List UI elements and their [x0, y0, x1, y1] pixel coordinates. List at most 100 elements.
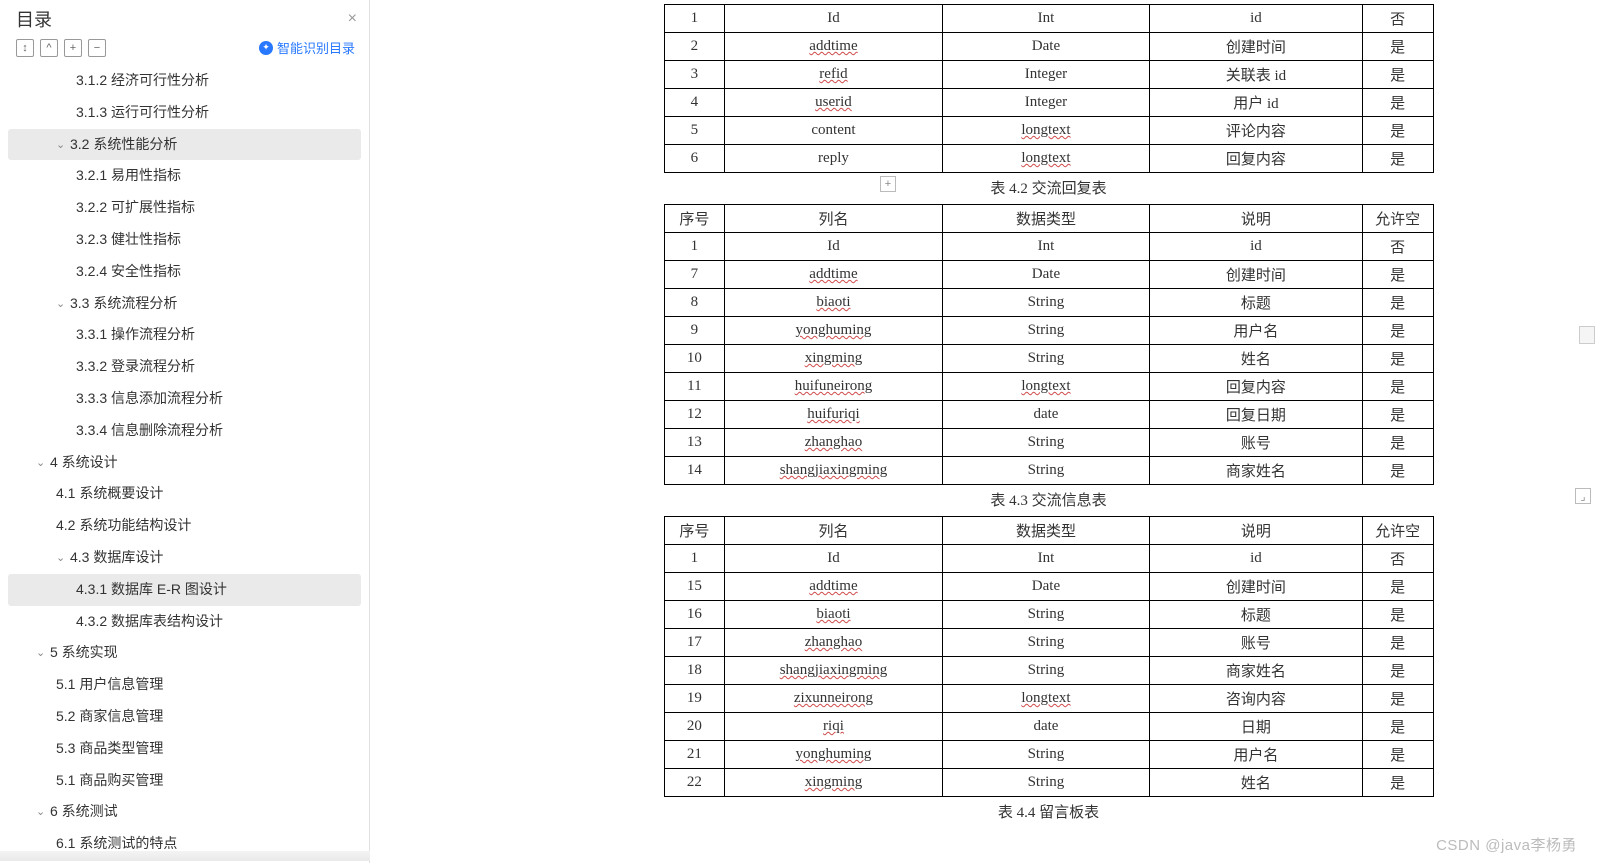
chevron-down-icon[interactable]: ⌄: [36, 644, 46, 663]
table-cell[interactable]: yonghuming: [725, 317, 943, 345]
smart-toc-button[interactable]: ✦ 智能识别目录: [259, 38, 355, 57]
toc-item-16[interactable]: 4.3.1 数据库 E-R 图设计: [8, 574, 361, 606]
toc-item-9[interactable]: 3.3.2 登录流程分析: [8, 351, 361, 383]
table-cell[interactable]: 15: [664, 573, 725, 601]
table-cell[interactable]: 账号: [1150, 429, 1362, 457]
toolbar-icon-2[interactable]: +: [64, 39, 82, 57]
table-cell[interactable]: zhanghao: [725, 429, 943, 457]
table-cell[interactable]: 9: [664, 317, 725, 345]
toc-item-8[interactable]: 3.3.1 操作流程分析: [8, 319, 361, 351]
toc-item-6[interactable]: 3.2.4 安全性指标: [8, 256, 361, 288]
toc-item-23[interactable]: ⌄6 系统测试: [8, 796, 361, 828]
table-cell[interactable]: Date: [942, 573, 1149, 601]
table-cell[interactable]: addtime: [725, 261, 943, 289]
table-cell[interactable]: 是: [1362, 601, 1433, 629]
table-cell[interactable]: yonghuming: [725, 741, 943, 769]
table-cell[interactable]: 是: [1362, 61, 1433, 89]
table-cell[interactable]: 14: [664, 457, 725, 485]
table-cell[interactable]: shangjiaxingming: [725, 457, 943, 485]
chevron-down-icon[interactable]: ⌄: [56, 295, 66, 314]
table-cell[interactable]: id: [1150, 233, 1362, 261]
toc-item-10[interactable]: 3.3.3 信息添加流程分析: [8, 383, 361, 415]
table-cell[interactable]: 3: [664, 61, 725, 89]
table-cell[interactable]: 6: [664, 145, 725, 173]
table-cell[interactable]: 20: [664, 713, 725, 741]
table-cell[interactable]: addtime: [725, 573, 943, 601]
table-cell[interactable]: longtext: [942, 117, 1149, 145]
table-cell[interactable]: 标题: [1150, 289, 1362, 317]
table-cell[interactable]: Int: [942, 545, 1149, 573]
table-cell[interactable]: 11: [664, 373, 725, 401]
table-cell[interactable]: 是: [1362, 457, 1433, 485]
table-cell[interactable]: String: [942, 317, 1149, 345]
table-cell[interactable]: 否: [1362, 545, 1433, 573]
table-cell[interactable]: String: [942, 289, 1149, 317]
toc-item-17[interactable]: 4.3.2 数据库表结构设计: [8, 606, 361, 638]
toolbar-icon-3[interactable]: −: [88, 39, 106, 57]
table-cell[interactable]: reply: [725, 145, 943, 173]
table-cell[interactable]: 关联表 id: [1150, 61, 1362, 89]
table-cell[interactable]: id: [1150, 5, 1362, 33]
table-cell[interactable]: 回复内容: [1150, 373, 1362, 401]
table-cell[interactable]: 是: [1362, 33, 1433, 61]
insert-handle-icon[interactable]: +: [880, 176, 896, 192]
table-cell[interactable]: 数据类型: [942, 517, 1149, 545]
table-cell[interactable]: 4: [664, 89, 725, 117]
table-cell[interactable]: 允许空: [1362, 517, 1433, 545]
toc-item-1[interactable]: 3.1.3 运行可行性分析: [8, 97, 361, 129]
table-cell[interactable]: 是: [1362, 345, 1433, 373]
table-cell[interactable]: 17: [664, 629, 725, 657]
toc-item-2[interactable]: ⌄3.2 系统性能分析: [8, 129, 361, 161]
toc-item-18[interactable]: ⌄5 系统实现: [8, 637, 361, 669]
toc-item-7[interactable]: ⌄3.3 系统流程分析: [8, 288, 361, 320]
table-cell[interactable]: 数据类型: [942, 205, 1149, 233]
toc-item-5[interactable]: 3.2.3 健壮性指标: [8, 224, 361, 256]
table-cell[interactable]: 用户名: [1150, 317, 1362, 345]
table-cell[interactable]: String: [942, 429, 1149, 457]
table-cell[interactable]: 1: [664, 233, 725, 261]
table-cell[interactable]: 回复日期: [1150, 401, 1362, 429]
table-cell[interactable]: 创建时间: [1150, 33, 1362, 61]
table-cell[interactable]: 账号: [1150, 629, 1362, 657]
table-cell[interactable]: 序号: [664, 517, 725, 545]
table-cell[interactable]: String: [942, 657, 1149, 685]
chevron-down-icon[interactable]: ⌄: [56, 549, 66, 568]
table-cell[interactable]: 是: [1362, 573, 1433, 601]
table-cell[interactable]: 10: [664, 345, 725, 373]
table-cell[interactable]: 咨询内容: [1150, 685, 1362, 713]
table-cell[interactable]: 日期: [1150, 713, 1362, 741]
table-cell[interactable]: 是: [1362, 713, 1433, 741]
table-cell[interactable]: String: [942, 629, 1149, 657]
toc-item-0[interactable]: 3.1.2 经济可行性分析: [8, 65, 361, 97]
toc-item-12[interactable]: ⌄4 系统设计: [8, 447, 361, 479]
table-cell[interactable]: 是: [1362, 261, 1433, 289]
table-cell[interactable]: 姓名: [1150, 769, 1362, 797]
table-cell[interactable]: 21: [664, 741, 725, 769]
toc-item-14[interactable]: 4.2 系统功能结构设计: [8, 510, 361, 542]
corner-handle-icon[interactable]: ⌟: [1575, 488, 1591, 504]
toc-item-3[interactable]: 3.2.1 易用性指标: [8, 160, 361, 192]
table-cell[interactable]: 说明: [1150, 517, 1362, 545]
table-cell[interactable]: riqi: [725, 713, 943, 741]
table-cell[interactable]: String: [942, 457, 1149, 485]
close-icon[interactable]: ×: [348, 10, 357, 28]
table-cell[interactable]: 16: [664, 601, 725, 629]
table-cell[interactable]: biaoti: [725, 601, 943, 629]
toc-list[interactable]: 3.1.2 经济可行性分析3.1.3 运行可行性分析⌄3.2 系统性能分析3.2…: [0, 63, 369, 863]
toc-item-21[interactable]: 5.3 商品类型管理: [8, 733, 361, 765]
table-cell[interactable]: 是: [1362, 769, 1433, 797]
table-cell[interactable]: Id: [725, 5, 943, 33]
table-cell[interactable]: 允许空: [1362, 205, 1433, 233]
table-cell[interactable]: longtext: [942, 145, 1149, 173]
table-cell[interactable]: 创建时间: [1150, 261, 1362, 289]
table-cell[interactable]: 序号: [664, 205, 725, 233]
sidebar-scrollbar[interactable]: [0, 851, 370, 861]
table-cell[interactable]: 1: [664, 545, 725, 573]
table-cell[interactable]: longtext: [942, 373, 1149, 401]
table-cell[interactable]: 评论内容: [1150, 117, 1362, 145]
table-cell[interactable]: 用户 id: [1150, 89, 1362, 117]
table-cell[interactable]: zhanghao: [725, 629, 943, 657]
table-cell[interactable]: 7: [664, 261, 725, 289]
table-cell[interactable]: 标题: [1150, 601, 1362, 629]
toc-item-4[interactable]: 3.2.2 可扩展性指标: [8, 192, 361, 224]
